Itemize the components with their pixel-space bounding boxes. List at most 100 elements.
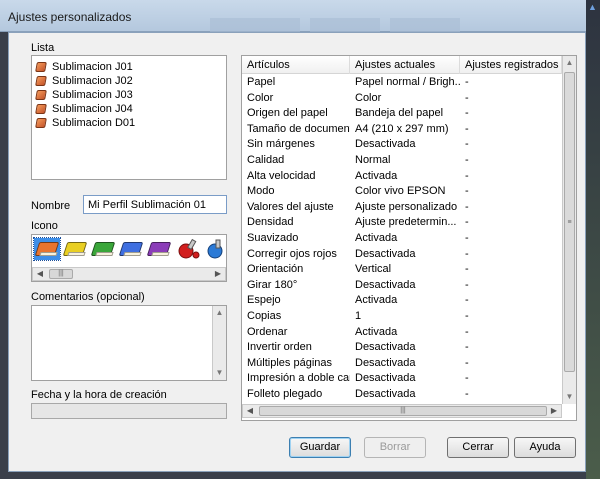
scroll-thumb[interactable]: ≡ <box>564 72 575 372</box>
creation-date-field <box>31 403 227 419</box>
blue-ink-svg <box>207 239 223 259</box>
scroll-right-icon[interactable]: ▶ <box>211 268 225 280</box>
icon-picker[interactable]: ◀ ||| ▶ <box>31 234 227 282</box>
cell-ajuste-actual: Activada <box>355 232 398 244</box>
green-book-icon[interactable] <box>90 238 116 260</box>
scroll-left-icon[interactable]: ◀ <box>243 405 257 417</box>
scroll-down-icon[interactable]: ▼ <box>213 366 226 380</box>
guardar-button[interactable]: Guardar <box>289 437 351 458</box>
comments-textarea[interactable]: ▲ ▼ <box>31 305 227 381</box>
table-row[interactable]: Papel Papel normal / Brigh... - <box>242 75 572 90</box>
table-row[interactable]: Calidad Normal - <box>242 153 572 168</box>
cell-ajuste-actual: Activada <box>355 294 398 307</box>
scroll-left-icon[interactable]: ◀ <box>33 268 47 280</box>
table-row[interactable]: Valores del ajuste Ajuste personalizado - <box>242 200 572 215</box>
table-row[interactable]: Densidad Ajuste predetermin... - <box>242 215 572 230</box>
settings-table[interactable]: Artículos Ajustes actuales Ajustes regis… <box>241 55 577 421</box>
list-item[interactable]: Sublimacion J01 <box>35 60 133 74</box>
cell-articulo: Folleto plegado <box>247 388 323 400</box>
icon-picker-scrollbar[interactable]: ◀ ||| ▶ <box>32 267 226 281</box>
list-item[interactable]: Sublimacion J02 <box>35 74 133 88</box>
cell-ajuste-registrado: - <box>465 200 469 213</box>
cell-articulo: Modo <box>247 185 275 198</box>
table-row[interactable]: Alta velocidad Activada - <box>242 169 572 184</box>
table-row[interactable]: Modo Color vivo EPSON - <box>242 184 572 199</box>
list-item[interactable]: Sublimacion J04 <box>35 102 133 116</box>
scroll-thumb[interactable]: ||| <box>49 269 73 279</box>
table-row[interactable]: Ordenar Activada - <box>242 325 572 340</box>
table-vertical-scrollbar[interactable]: ▲ ≡ ▼ <box>562 56 576 404</box>
cerrar-button[interactable]: Cerrar <box>447 437 509 458</box>
yellow-book-icon[interactable] <box>62 238 88 260</box>
book-icon <box>35 62 47 72</box>
cell-ajuste-registrado: - <box>465 310 469 322</box>
table-row[interactable]: Copias 1 - <box>242 309 572 324</box>
cell-ajuste-actual: Activada <box>355 169 398 182</box>
cell-articulo: Valores del ajuste <box>247 200 334 213</box>
comments-scrollbar[interactable]: ▲ ▼ <box>212 306 226 380</box>
cell-ajuste-registrado: - <box>465 263 469 276</box>
table-row[interactable]: Invertir orden Desactivada - <box>242 340 572 355</box>
cell-articulo: Tamaño de documento <box>247 122 350 135</box>
cell-articulo: Invertir orden <box>247 341 312 354</box>
list-item[interactable]: Sublimacion D01 <box>35 116 135 130</box>
table-row[interactable]: Orientación Vertical - <box>242 262 572 277</box>
cell-ajuste-actual: Desactivada <box>355 356 416 369</box>
table-row[interactable]: Impresión a doble cara Desactivada - <box>242 371 572 386</box>
cell-articulo: Girar 180° <box>247 278 298 291</box>
table-row[interactable]: Espejo Activada - <box>242 293 572 308</box>
cell-articulo: Impresión a doble cara <box>247 372 350 385</box>
profile-list[interactable]: Sublimacion J01 Sublimacion J02 Sublimac… <box>31 55 227 180</box>
cell-articulo: Densidad <box>247 216 294 229</box>
table-row[interactable]: Origen del papel Bandeja del papel - <box>242 106 572 121</box>
table-row[interactable]: Folleto plegado Desactivada - <box>242 387 572 402</box>
cell-articulo: Ordenar <box>247 325 288 338</box>
table-row[interactable]: Corregir ojos rojos Desactivada - <box>242 247 572 262</box>
scroll-right-icon[interactable]: ▶ <box>547 405 561 417</box>
borrar-button[interactable]: Borrar <box>364 437 426 458</box>
cell-articulo: Múltiples páginas <box>247 356 332 369</box>
table-row[interactable]: Color Color - <box>242 91 572 106</box>
scroll-thumb[interactable]: ||| <box>259 406 547 416</box>
scroll-down-icon[interactable]: ▼ <box>563 390 576 404</box>
table-row[interactable]: Tamaño de documento A4 (210 x 297 mm) - <box>242 122 572 137</box>
book-pages <box>151 252 170 256</box>
cell-ajuste-registrado: - <box>465 91 469 104</box>
ayuda-button[interactable]: Ayuda <box>514 437 576 458</box>
cell-ajuste-registrado: - <box>465 247 469 260</box>
cell-articulo: Copias <box>247 310 282 322</box>
book-icon <box>35 76 47 86</box>
cell-articulo: Alta velocidad <box>247 169 316 182</box>
red-ink-icon[interactable] <box>176 238 202 260</box>
purple-book-icon[interactable] <box>146 238 172 260</box>
blue-book-icon[interactable] <box>118 238 144 260</box>
table-row[interactable]: Sin márgenes Desactivada - <box>242 137 572 152</box>
cell-ajuste-actual: A4 (210 x 297 mm) <box>355 122 449 135</box>
cell-ajuste-actual: Desactivada <box>355 278 416 291</box>
cell-articulo: Suavizado <box>247 232 299 244</box>
scroll-up-icon[interactable]: ▲ <box>213 306 226 320</box>
window-title: Ajustes personalizados <box>8 10 132 24</box>
cell-ajuste-actual: Desactivada <box>355 247 416 260</box>
table-row[interactable]: Suavizado Activada - <box>242 231 572 246</box>
cell-articulo: Espejo <box>247 294 281 307</box>
table-row[interactable]: Múltiples páginas Desactivada - <box>242 356 572 371</box>
cell-ajuste-registrado: - <box>465 185 469 198</box>
scroll-up-icon[interactable]: ▲ <box>563 56 576 70</box>
cell-ajuste-registrado: - <box>465 122 469 135</box>
cell-ajuste-actual: Desactivada <box>355 372 416 385</box>
table-row[interactable]: Girar 180° Desactivada - <box>242 278 572 293</box>
name-input[interactable]: Mi Perfil Sublimación 01 <box>83 195 227 214</box>
cell-ajuste-registrado: - <box>465 325 469 338</box>
cell-ajuste-registrado: - <box>465 294 469 307</box>
list-item-label: Sublimacion J02 <box>52 75 133 87</box>
list-item-label: Sublimacion J04 <box>52 103 133 115</box>
blue-ink-icon[interactable] <box>204 238 226 260</box>
orange-book-icon[interactable] <box>33 237 61 261</box>
cell-ajuste-registrado: - <box>465 154 469 166</box>
column-header-articulos[interactable]: Artículos <box>242 56 350 74</box>
list-item[interactable]: Sublimacion J03 <box>35 88 133 102</box>
column-header-ajustes-actuales[interactable]: Ajustes actuales <box>350 56 460 74</box>
table-horizontal-scrollbar[interactable]: ◀ ||| ▶ <box>242 404 562 418</box>
column-header-ajustes-registrados[interactable]: Ajustes registrados <box>460 56 562 74</box>
